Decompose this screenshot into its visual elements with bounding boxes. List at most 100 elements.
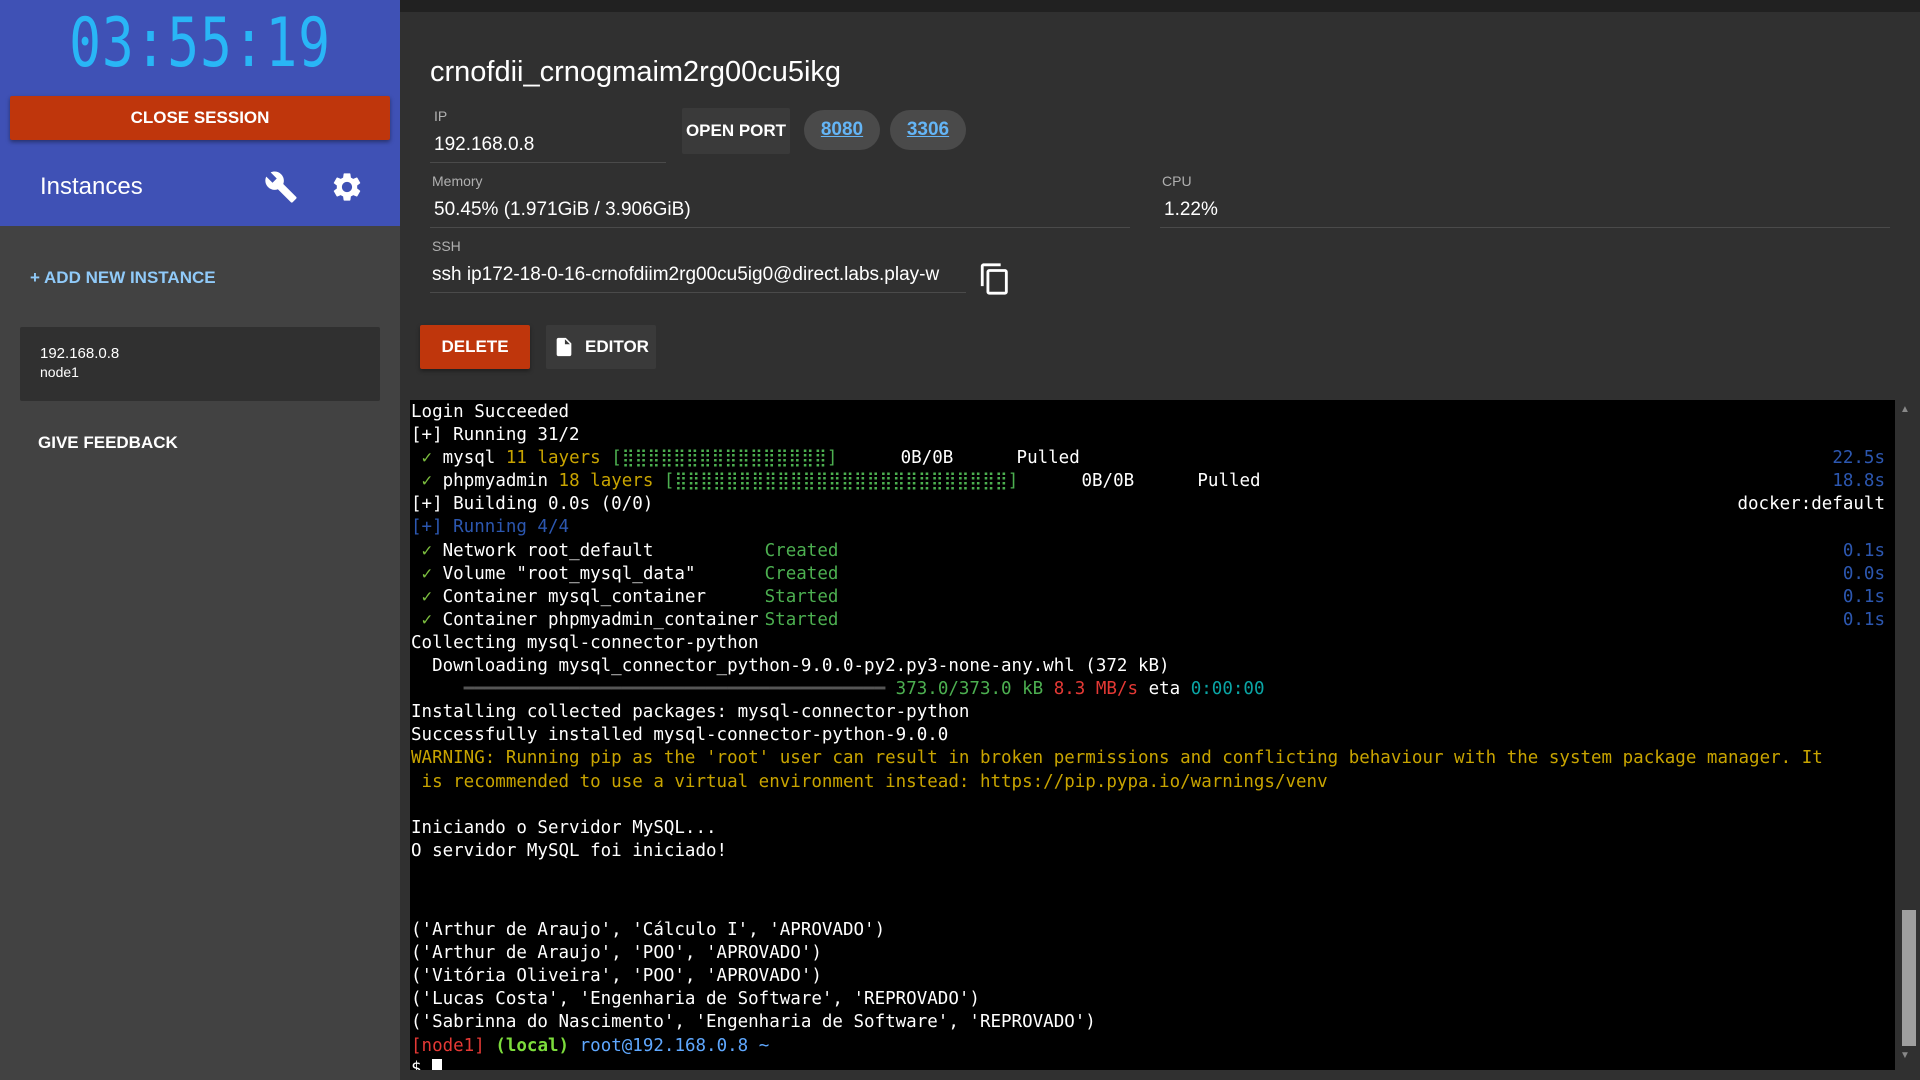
port-8080-link[interactable]: 8080 bbox=[804, 110, 880, 150]
memory-underline bbox=[430, 227, 1130, 228]
building-text: [+] Building 0.0s (0/0) bbox=[411, 494, 654, 515]
scrollbar-thumb[interactable] bbox=[1902, 910, 1916, 1046]
pull-size: 0B/0B bbox=[900, 448, 954, 469]
instance-list-item[interactable]: 192.168.0.8 node1 bbox=[20, 327, 380, 401]
terminal-line: ✓ Container mysql_container Started 0.1s bbox=[411, 586, 1895, 609]
resource-status: Started bbox=[764, 586, 839, 607]
layer-count: 11 layers bbox=[505, 448, 601, 469]
download-size: 373.0/373.0 kB bbox=[895, 679, 1044, 700]
session-timer: 03:55:19 bbox=[69, 4, 331, 83]
close-session-button[interactable]: CLOSE SESSION bbox=[10, 96, 390, 140]
give-feedback-button[interactable]: GIVE FEEDBACK bbox=[38, 433, 178, 453]
sidebar: 03:55:19 CLOSE SESSION Instances + ADD N… bbox=[0, 0, 400, 1080]
terminal-line: Iniciando o Servidor MySQL... bbox=[411, 817, 717, 838]
pull-time: 22.5s bbox=[1832, 448, 1885, 469]
prompt-local: (local) bbox=[495, 1035, 570, 1056]
top-bar bbox=[400, 0, 1920, 12]
terminal-warning-line: is recommended to use a virtual environm… bbox=[411, 771, 1328, 792]
instances-title: Instances bbox=[40, 173, 143, 200]
wrench-icon[interactable] bbox=[264, 170, 298, 204]
terminal-line: Installing collected packages: mysql-con… bbox=[411, 702, 970, 723]
check-icon: ✓ bbox=[421, 586, 433, 607]
prompt-node: [node1] bbox=[411, 1035, 485, 1056]
terminal-line: ✓ Container phpmyadmin_container Started 0… bbox=[411, 609, 1895, 632]
gear-icon[interactable] bbox=[330, 170, 364, 204]
terminal-line: [+] Building 0.0s (0/0) docker:default bbox=[411, 493, 1895, 516]
resource-status: Created bbox=[764, 540, 839, 561]
editor-label: EDITOR bbox=[585, 337, 649, 356]
delete-button[interactable]: DELETE bbox=[420, 325, 530, 369]
prompt-host: root@192.168.0.8 ~ bbox=[579, 1035, 770, 1056]
pull-progress-bar: [⣿⣿⣿⣿⣿⣿⣿⣿⣿⣿⣿⣿⣿⣿⣿⣿] bbox=[611, 448, 838, 469]
image-name: phpmyadmin bbox=[442, 471, 548, 492]
memory-label: Memory bbox=[432, 173, 483, 189]
pull-size: 0B/0B bbox=[1081, 471, 1135, 492]
memory-value: 50.45% (1.971GiB / 3.906GiB) bbox=[434, 199, 691, 220]
pull-status: Pulled bbox=[1197, 471, 1261, 492]
result-row: ('Arthur de Araujo', 'POO', 'APROVADO') bbox=[411, 943, 822, 964]
terminal-line: ✓ Network root_default Created 0.1s bbox=[411, 540, 1895, 563]
check-icon: ✓ bbox=[421, 448, 433, 469]
scroll-up-icon[interactable]: ▲ bbox=[1900, 404, 1910, 415]
add-new-instance-button[interactable]: + ADD NEW INSTANCE bbox=[30, 268, 216, 288]
resource-status: Created bbox=[764, 563, 839, 584]
terminal-line: Successfully installed mysql-connector-p… bbox=[411, 725, 949, 746]
check-icon: ✓ bbox=[421, 609, 433, 630]
ssh-label: SSH bbox=[432, 238, 461, 254]
check-icon: ✓ bbox=[421, 563, 433, 584]
terminal-prompt-line: [node1] (local) root@192.168.0.8 ~ bbox=[411, 1035, 1895, 1058]
ip-value: 192.168.0.8 bbox=[434, 134, 535, 155]
resource-time: 0.1s bbox=[1842, 609, 1885, 630]
terminal-line: O servidor MySQL foi iniciado! bbox=[411, 840, 728, 861]
check-icon: ✓ bbox=[421, 540, 433, 561]
check-icon: ✓ bbox=[421, 471, 433, 492]
resource-status: Started bbox=[764, 609, 839, 630]
resource-time: 0.0s bbox=[1842, 563, 1885, 584]
result-row: ('Sabrinna do Nascimento', 'Engenharia d… bbox=[411, 1012, 1096, 1033]
resource-name: Container mysql_container bbox=[442, 586, 707, 607]
download-progress-bar: ━━━━━━━━━━━━━━━━━━━━━━━━━━━━━━━━━━━━━━━━ bbox=[411, 679, 886, 700]
scroll-down-icon[interactable]: ▼ bbox=[1900, 1050, 1910, 1061]
eta-value: 0:00:00 bbox=[1190, 679, 1265, 700]
copy-icon[interactable] bbox=[978, 262, 1012, 296]
download-speed: 8.3 MB/s bbox=[1053, 679, 1139, 700]
terminal-line: ━━━━━━━━━━━━━━━━━━━━━━━━━━━━━━━━━━━━━━━━… bbox=[411, 678, 1895, 701]
instance-title: crnofdii_crnogmaim2rg00cu5ikg bbox=[430, 56, 842, 88]
result-row: ('Arthur de Araujo', 'Cálculo I', 'APROV… bbox=[411, 920, 886, 941]
cpu-underline bbox=[1160, 227, 1890, 228]
terminal-line: Downloading mysql_connector_python-9.0.0… bbox=[411, 656, 1170, 677]
resource-time: 0.1s bbox=[1842, 540, 1885, 561]
pull-time: 18.8s bbox=[1832, 471, 1885, 492]
resource-name: Network root_default bbox=[442, 540, 654, 561]
file-icon bbox=[556, 337, 572, 357]
sidebar-header: 03:55:19 CLOSE SESSION Instances bbox=[0, 0, 400, 226]
ip-underline bbox=[430, 162, 666, 163]
result-row: ('Lucas Costa', 'Engenharia de Software'… bbox=[411, 989, 980, 1010]
terminal-input-line[interactable]: $ bbox=[411, 1058, 1895, 1070]
terminal-line: [+] Running 31/2 bbox=[411, 425, 580, 446]
terminal[interactable]: Login Succeeded [+] Running 31/2 ✓ mysql… bbox=[410, 400, 1895, 1070]
instance-details: crnofdii_crnogmaim2rg00cu5ikg IP 192.168… bbox=[400, 12, 1920, 380]
port-3306-link[interactable]: 3306 bbox=[890, 110, 966, 150]
ssh-value: ssh ip172-18-0-16-crnofdiim2rg00cu5ig0@d… bbox=[432, 264, 940, 285]
terminal-line: Collecting mysql-connector-python bbox=[411, 632, 759, 653]
terminal-line: ✓ mysql 11 layers [⣿⣿⣿⣿⣿⣿⣿⣿⣿⣿⣿⣿⣿⣿⣿⣿] 0B/… bbox=[411, 447, 1895, 470]
instance-name: node1 bbox=[40, 364, 79, 380]
result-row: ('Vitória Oliveira', 'POO', 'APROVADO') bbox=[411, 966, 822, 987]
instance-ip: 192.168.0.8 bbox=[40, 345, 120, 362]
resource-name: Container phpmyadmin_container bbox=[442, 609, 759, 630]
layer-count: 18 layers bbox=[558, 471, 654, 492]
terminal-line: ✓ Volume "root_mysql_data" Created 0.0s bbox=[411, 563, 1895, 586]
pull-progress-bar: [⣿⣿⣿⣿⣿⣿⣿⣿⣿⣿⣿⣿⣿⣿⣿⣿⣿⣿⣿⣿⣿⣿⣿⣿⣿⣿] bbox=[663, 471, 1019, 492]
image-name: mysql bbox=[442, 448, 496, 469]
prompt-dollar: $ bbox=[411, 1058, 433, 1070]
editor-button[interactable]: EDITOR bbox=[546, 325, 656, 369]
cpu-label: CPU bbox=[1162, 173, 1192, 189]
terminal-cursor bbox=[432, 1058, 443, 1070]
ssh-underline bbox=[430, 292, 966, 293]
open-port-button[interactable]: OPEN PORT bbox=[682, 108, 790, 154]
